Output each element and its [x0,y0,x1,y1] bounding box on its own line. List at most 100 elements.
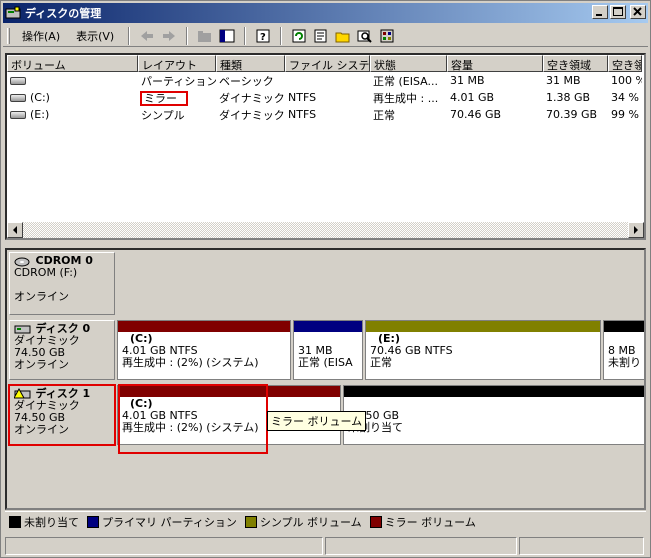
col-free-space[interactable]: 空き領域 [543,55,608,72]
properties-button[interactable] [311,27,331,45]
menu-view[interactable]: 表示(V) [68,26,122,46]
disk-label[interactable]: ディスク 1 ダイナミック 74.50 GB オンライン [8,384,116,446]
volume-name: (E:) [30,108,50,121]
svg-text:?: ? [260,32,266,43]
status-pane [519,537,644,555]
maximize-button[interactable] [610,5,626,19]
volume-status: 正常 (EISA... [373,74,438,88]
volume-capacity: 4.01 GB [450,91,495,104]
volume-icon [10,111,26,119]
arrow-right-icon [634,226,638,234]
volume-row[interactable]: (E:) シンプル ダイナミック NTFS 正常 70.46 GB 70.39 … [7,106,644,123]
col-capacity[interactable]: 容量 [447,55,543,72]
toolbar-grip[interactable] [7,27,10,44]
scroll-left-button[interactable] [7,222,23,238]
disk-row-0[interactable]: ディスク 0 ダイナミック 74.50 GB オンライン (C:) 4.01 G… [9,320,644,380]
settings-button[interactable] [377,27,397,45]
toolbar-separator [128,26,131,45]
toolbar-separator [186,26,189,45]
disk-row-cdrom[interactable]: CDROM 0 CDROM (F:) オンライン [9,252,644,315]
unallocated-bar [344,386,644,397]
col-free-pct[interactable]: 空き領 [608,55,642,72]
volume-type: ダイナミック [219,91,285,105]
up-level-button[interactable] [195,27,215,45]
col-volume[interactable]: ボリューム [7,55,138,72]
status-pane [325,537,517,555]
volume-layout: ミラー [140,90,188,106]
legend-swatch [87,515,99,528]
legend-label: プライマリ パーティション [102,515,237,529]
legend-item: プライマリ パーティション [87,514,237,530]
partition-status: 正常 (EISA [298,356,353,369]
partition[interactable]: 31 MB 正常 (EISA [293,320,363,380]
disk-label[interactable]: CDROM 0 CDROM (F:) オンライン [9,252,115,315]
forward-button[interactable] [159,27,179,45]
volume-icon [10,77,26,85]
volume-type: ベーシック [219,74,274,88]
legend-item: ミラー ボリューム [369,514,476,530]
volume-list: ボリューム レイアウト 種類 ファイル システ… 状態 容量 空き領域 空き領 … [5,53,646,240]
disk-status: オンライン [14,290,69,303]
scroll-right-button[interactable] [628,222,644,238]
volume-status: 正常 [373,108,395,122]
volume-pct: 99 % [611,108,639,121]
volume-pct: 34 % [611,91,639,104]
volume-type: ダイナミック [219,108,285,122]
legend: 未割り当て プライマリ パーティション シンプル ボリューム ミラー ボリューム [5,511,646,531]
open-button[interactable] [333,27,353,45]
disk-status: オンライン [14,423,69,436]
disk-management-window: ディスクの管理 操作(A) 表示(V) ? ボリューム レイアウト 種類 ファイ… [0,0,651,558]
legend-swatch [369,515,382,528]
show-hide-tree-button[interactable] [217,27,237,45]
volume-capacity: 31 MB [450,74,485,87]
legend-item: シンプル ボリューム [244,514,362,530]
horizontal-scrollbar[interactable] [7,222,644,238]
volume-capacity: 70.46 GB [450,108,502,121]
menu-action[interactable]: 操作(A) [14,26,68,46]
window-title: ディスクの管理 [25,7,102,20]
volume-fs: NTFS [288,108,317,121]
partition[interactable]: 8 MB 未割り [603,320,644,380]
partition-status: 再生成中 : (2%) (システム) [122,356,259,369]
help-button[interactable]: ? [253,27,273,45]
pane-splitter[interactable] [5,242,646,246]
refresh-button[interactable] [289,27,309,45]
tree-pane-icon [219,29,235,42]
menu-toolbar: 操作(A) 表示(V) ? [3,25,648,47]
cdrom-region [117,252,644,315]
maximize-icon [613,7,623,16]
volume-fs [285,80,370,82]
close-button[interactable] [630,5,646,19]
refresh-icon [292,29,306,42]
volume-row[interactable]: (C:) ミラー ダイナミック NTFS 再生成中 : ... 4.01 GB … [7,89,644,106]
partition[interactable]: (E:) 70.46 GB NTFS 正常 [365,320,601,380]
col-type[interactable]: 種類 [216,55,285,72]
forward-arrow-icon [163,30,176,41]
col-filesystem[interactable]: ファイル システ… [285,55,370,72]
explore-button[interactable] [355,27,375,45]
minimize-icon [596,14,602,16]
partition-status: 正常 [370,356,392,369]
partition-info: 70.46 GB NTFS [370,344,453,357]
search-icon [357,30,372,43]
minimize-button[interactable] [592,5,608,19]
help-icon: ? [256,29,270,43]
scroll-track[interactable] [23,222,628,238]
arrow-left-icon [13,226,17,234]
col-layout[interactable]: レイアウト [138,55,216,72]
toolbar-separator [280,26,283,45]
volume-name: (C:) [30,91,50,104]
settings-icon [380,29,394,42]
volume-row[interactable]: パーティション ベーシック 正常 (EISA... 31 MB 31 MB 10… [7,72,644,89]
legend-swatch [244,515,257,528]
volume-status: 再生成中 : ... [373,91,439,105]
title-bar[interactable]: ディスクの管理 [3,3,648,23]
partition[interactable]: (C:) 4.01 GB NTFS 再生成中 : (2%) (システム) [117,320,291,380]
back-button[interactable] [137,27,157,45]
col-status[interactable]: 状態 [370,55,447,72]
volume-fs: NTFS [288,91,317,104]
disk-label[interactable]: ディスク 0 ダイナミック 74.50 GB オンライン [9,320,115,380]
volume-free: 1.38 GB [546,91,591,104]
volume-pct: 100 % [611,74,642,87]
partition[interactable]: 70.50 GB 未割り当て [343,385,644,445]
